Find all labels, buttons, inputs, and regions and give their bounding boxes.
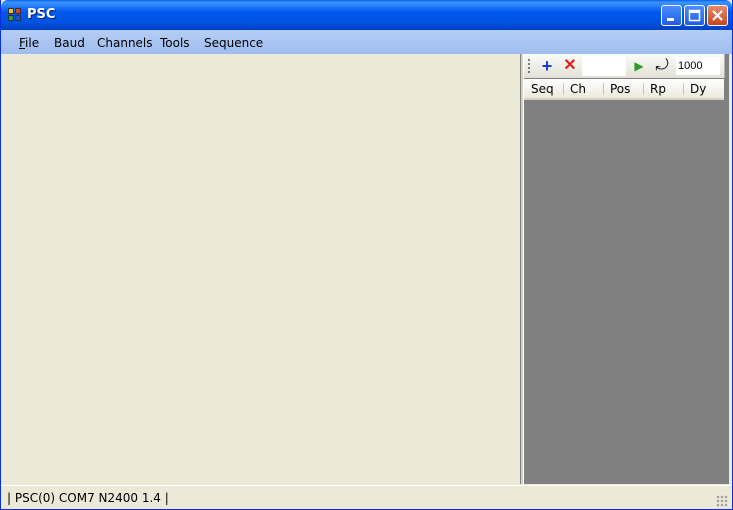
servo-canvas[interactable] xyxy=(4,54,520,484)
column-header-rp[interactable]: Rp xyxy=(650,82,666,96)
column-header-ch[interactable]: Ch xyxy=(570,82,586,96)
sequence-panel: + ✕ ▶ ⤾ Seq Ch Pos Rp Dy xyxy=(524,54,729,484)
column-separator[interactable] xyxy=(563,83,564,95)
app-window: PSC File Baud Channels Tools Sequence + … xyxy=(0,0,733,510)
menu-file[interactable]: File xyxy=(19,36,39,50)
minimize-button[interactable] xyxy=(661,5,682,26)
delete-icon: ✕ xyxy=(563,57,577,74)
close-button[interactable] xyxy=(707,5,728,26)
loop-button[interactable]: ⤾ xyxy=(652,56,672,76)
menu-bar: File Baud Channels Tools Sequence xyxy=(1,30,732,54)
toolbar-blank-area xyxy=(582,56,626,76)
delay-input[interactable] xyxy=(676,57,720,75)
play-icon: ▶ xyxy=(634,59,644,73)
column-header-dy[interactable]: Dy xyxy=(690,82,706,96)
sequence-toolbar: + ✕ ▶ ⤾ xyxy=(524,54,725,78)
menu-tools[interactable]: Tools xyxy=(160,36,190,50)
column-separator[interactable] xyxy=(643,83,644,95)
maximize-icon xyxy=(688,9,701,22)
sequence-list-header: Seq Ch Pos Rp Dy xyxy=(524,79,724,100)
status-bar: | PSC(0) COM7 N2400 1.4 | xyxy=(1,485,732,509)
plus-icon: + xyxy=(541,56,553,76)
window-title: PSC xyxy=(27,7,56,22)
column-header-seq[interactable]: Seq xyxy=(531,82,554,96)
menu-sequence[interactable]: Sequence xyxy=(204,36,263,50)
play-button[interactable]: ▶ xyxy=(629,56,649,76)
menu-channels[interactable]: Channels xyxy=(97,36,153,50)
status-text: | PSC(0) COM7 N2400 1.4 | xyxy=(7,491,169,505)
resize-grip[interactable] xyxy=(716,495,728,507)
add-step-button[interactable]: + xyxy=(537,56,557,76)
toolbar-grip[interactable] xyxy=(528,59,530,73)
close-icon xyxy=(712,10,723,21)
title-bar[interactable]: PSC xyxy=(1,0,732,30)
maximize-button[interactable] xyxy=(684,5,705,26)
menu-file-label: ile xyxy=(25,36,40,50)
delete-step-button[interactable]: ✕ xyxy=(560,56,580,76)
column-separator[interactable] xyxy=(683,83,684,95)
loop-icon: ⤾ xyxy=(655,57,669,74)
column-header-pos[interactable]: Pos xyxy=(610,82,630,96)
app-icon xyxy=(8,8,22,22)
minimize-icon xyxy=(667,18,674,21)
menu-baud[interactable]: Baud xyxy=(54,36,85,50)
column-separator[interactable] xyxy=(603,83,604,95)
